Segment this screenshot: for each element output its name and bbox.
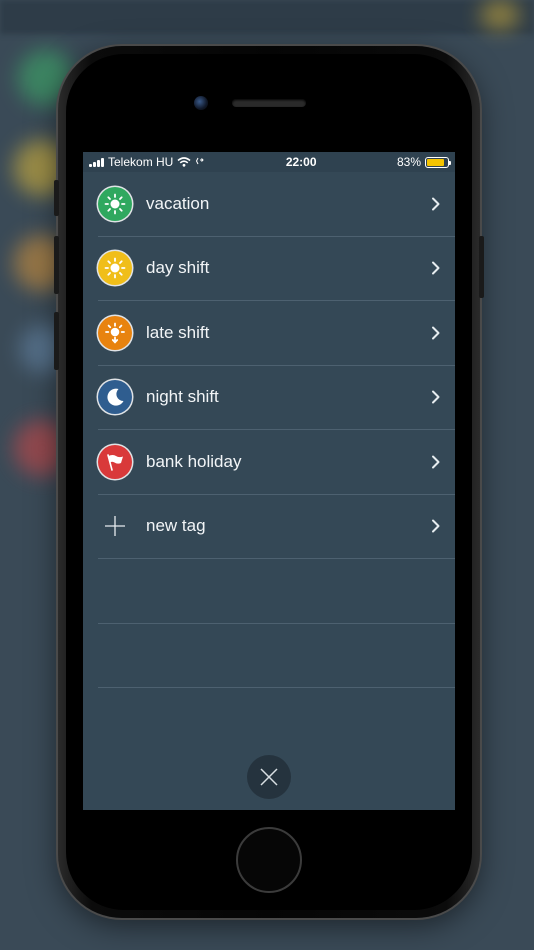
power-button [479, 236, 484, 298]
tag-list: vacation day shift late shift night shif… [83, 172, 455, 688]
empty-row [98, 624, 455, 688]
mute-switch [54, 180, 59, 216]
tag-label: late shift [146, 322, 210, 342]
status-bar: Telekom HU 22:00 83% [83, 152, 455, 172]
chevron-right-icon [432, 390, 440, 404]
tag-icon-circle [98, 315, 132, 350]
home-button[interactable] [236, 827, 302, 893]
tag-icon-circle [98, 380, 132, 415]
battery-icon [425, 156, 451, 168]
background-app-header [0, 0, 534, 34]
plus-icon [98, 509, 132, 543]
volume-up-button [54, 236, 59, 294]
chevron-right-icon [432, 261, 440, 275]
chevron-right-icon [432, 197, 440, 211]
wifi-icon [177, 157, 191, 167]
tag-label: day shift [146, 258, 210, 278]
tag-row-day-shift[interactable]: day shift [98, 237, 455, 301]
tag-label: vacation [146, 193, 210, 213]
tag-label: night shift [146, 387, 219, 407]
chevron-right-icon [432, 326, 440, 340]
tag-icon-circle [98, 186, 132, 221]
chevron-right-icon [432, 519, 440, 533]
call-forwarding-icon [196, 157, 205, 165]
sunset-icon [105, 322, 125, 344]
battery-percent: 83% [396, 155, 421, 169]
sun-icon [104, 257, 126, 279]
earpiece-speaker [232, 99, 306, 107]
tag-icon-circle [98, 251, 132, 286]
tag-row-late-shift[interactable]: late shift [98, 301, 455, 366]
chevron-right-icon [432, 455, 440, 469]
moon-icon [107, 388, 124, 406]
new-tag-label: new tag [146, 516, 206, 536]
carrier-name: Telekom HU [108, 155, 174, 169]
tag-label: bank holiday [146, 451, 242, 471]
front-camera [194, 96, 208, 110]
volume-down-button [54, 312, 59, 370]
signal-icon [89, 157, 104, 167]
tag-row-vacation[interactable]: vacation [98, 172, 455, 237]
flag-icon [107, 453, 123, 471]
tag-icon-circle [98, 444, 132, 479]
status-time: 22:00 [285, 155, 317, 169]
background-blob [480, 0, 520, 30]
sun-icon [104, 193, 126, 215]
phone-screen: Telekom HU 22:00 83% vacation day shift … [83, 152, 455, 810]
empty-row [98, 559, 455, 624]
new-tag-row[interactable]: new tag [98, 495, 455, 559]
close-button[interactable] [247, 755, 291, 799]
close-icon [260, 768, 278, 786]
battery-level [427, 158, 444, 166]
tag-row-bank-holiday[interactable]: bank holiday [98, 430, 455, 495]
tag-row-night-shift[interactable]: night shift [98, 366, 455, 430]
